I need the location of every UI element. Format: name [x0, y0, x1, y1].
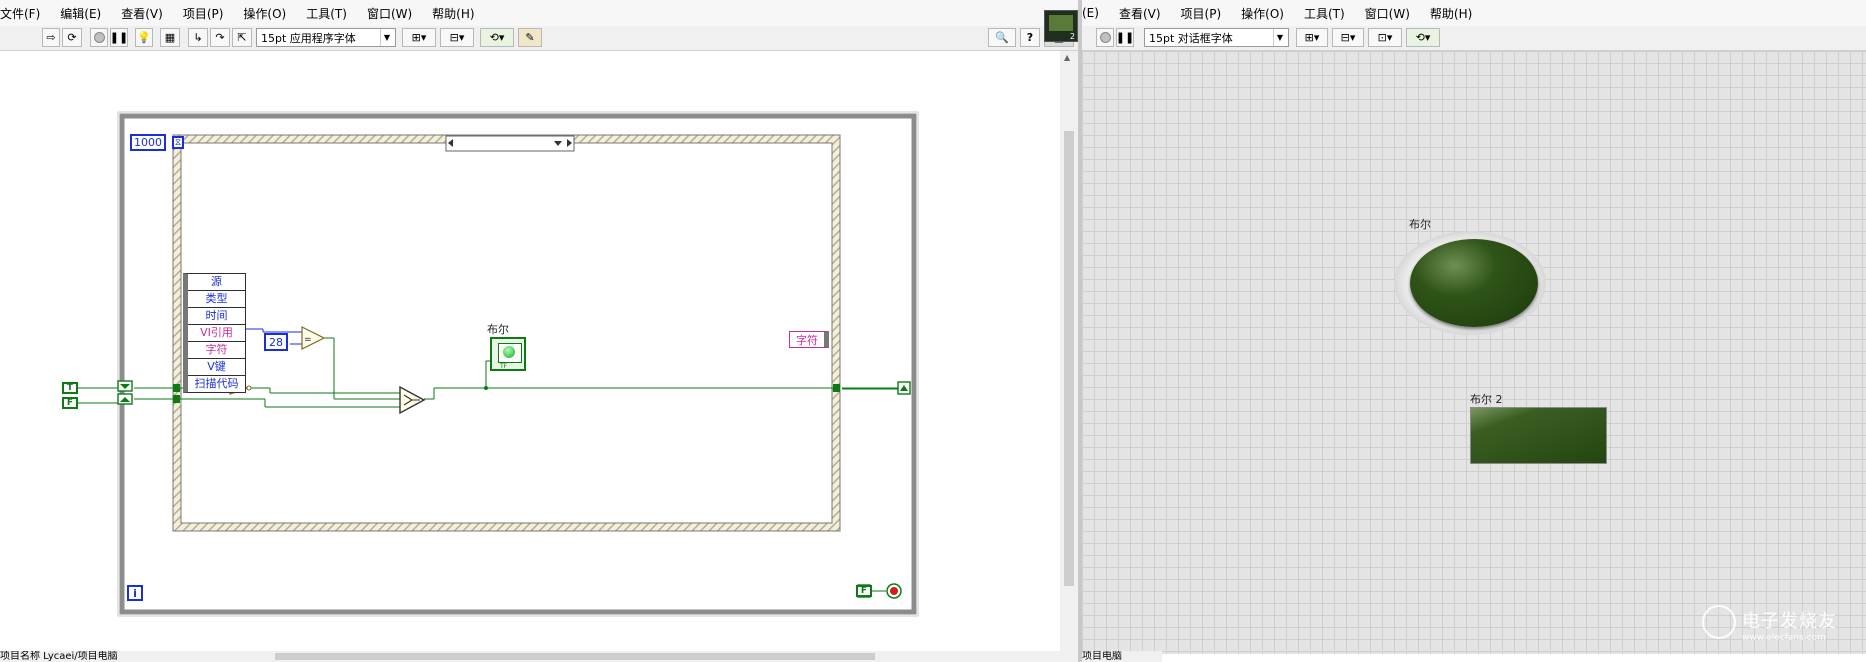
- fp-menubar: (E) 查看(V) 项目(P) 操作(O) 工具(T) 窗口(W) 帮助(H): [1082, 0, 1866, 26]
- fp-vi-icon[interactable]: 2: [1044, 10, 1078, 42]
- scancode-constant[interactable]: 28: [264, 333, 288, 351]
- indicator-label: 布尔: [487, 323, 509, 336]
- fp-menu-project[interactable]: 项目(P): [1181, 5, 1222, 22]
- search-icon[interactable]: 🔍: [988, 28, 1016, 47]
- boolean-indicator-terminal[interactable]: TF: [490, 337, 526, 371]
- timeout-constant[interactable]: 1000: [130, 134, 166, 151]
- led-round[interactable]: [1410, 239, 1538, 327]
- step-over-icon[interactable]: ↷: [210, 28, 230, 47]
- svg-text:=: =: [304, 335, 312, 345]
- fp-menu-operate[interactable]: 操作(O): [1241, 5, 1284, 22]
- event-data-vi-ref[interactable]: VI引用: [188, 325, 245, 342]
- tunnel-right: [833, 384, 840, 392]
- fp-menu-view[interactable]: 查看(V): [1119, 5, 1161, 22]
- fp-menu-help[interactable]: 帮助(H): [1430, 5, 1472, 22]
- menu-window[interactable]: 窗口(W): [367, 5, 412, 22]
- led-rect[interactable]: [1470, 407, 1607, 464]
- bd-toolbar: ⇨ ⟳ ❚❚ 💡 ▦ ↳ ↷ ⇱ 15pt 应用程序字体 ▼ ⊞▾ ⊟▾ ⟲▾ ✎…: [0, 26, 1078, 51]
- stop-false-constant[interactable]: F: [856, 585, 872, 597]
- highlight-execution-icon[interactable]: 💡: [135, 28, 153, 47]
- fp-pause-icon[interactable]: ❚❚: [1116, 28, 1134, 47]
- context-help-icon[interactable]: ?: [1020, 28, 1040, 47]
- tunnel-left-2: [173, 395, 180, 403]
- bd-horizontal-scrollbar[interactable]: [0, 651, 1078, 662]
- bd-menubar: 文件(F) 编辑(E) 查看(V) 项目(P) 操作(O) 工具(T) 窗口(W…: [0, 0, 1078, 26]
- event-data-char[interactable]: 字符: [188, 342, 245, 359]
- reorder-icon[interactable]: ⟲▾: [480, 28, 514, 47]
- front-panel-canvas: 布尔 布尔 2 电子发烧友 www.elecfans.com: [1082, 51, 1866, 654]
- watermark: 电子发烧友 www.elecfans.com: [1702, 603, 1852, 651]
- run-continuous-icon[interactable]: ⟳: [62, 28, 82, 47]
- fp-resize-objects-icon[interactable]: ⊡▾: [1368, 28, 1402, 47]
- step-into-icon[interactable]: ↳: [188, 28, 208, 47]
- menu-help[interactable]: 帮助(H): [432, 5, 474, 22]
- menu-file[interactable]: 文件(F): [0, 5, 40, 22]
- fp-reorder-icon[interactable]: ⟲▾: [1406, 28, 1440, 47]
- event-data-vkey[interactable]: V键: [188, 359, 245, 376]
- bd-vertical-scrollbar[interactable]: ▲: [1060, 51, 1078, 651]
- menu-edit[interactable]: 编辑(E): [60, 5, 101, 22]
- event-data-source[interactable]: 源: [188, 274, 245, 291]
- fp-distribute-objects-icon[interactable]: ⊟▾: [1332, 28, 1364, 47]
- block-diagram-canvas: = 1000 ⧖ 源 类型 时间 VI引用 字符 V键 扫描代码 28 布尔 T…: [0, 51, 1060, 651]
- led-round-label: 布尔: [1409, 218, 1431, 231]
- menu-project[interactable]: 项目(P): [183, 5, 224, 22]
- fp-status-bar: 项目电脑: [1082, 651, 1162, 662]
- fp-menu-window[interactable]: 窗口(W): [1365, 5, 1410, 22]
- event-data-time[interactable]: 时间: [188, 308, 245, 325]
- menu-tools[interactable]: 工具(T): [306, 5, 347, 22]
- event-data-node[interactable]: 源 类型 时间 VI引用 字符 V键 扫描代码: [183, 273, 246, 393]
- timeout-terminal-icon: ⧖: [172, 136, 184, 149]
- menu-operate[interactable]: 操作(O): [243, 5, 286, 22]
- true-constant[interactable]: T: [62, 382, 78, 394]
- retain-wire-values-icon[interactable]: ▦: [160, 28, 180, 47]
- fp-menu-edit[interactable]: (E): [1082, 6, 1099, 20]
- event-data-type[interactable]: 类型: [188, 291, 245, 308]
- fp-align-objects-icon[interactable]: ⊞▾: [1296, 28, 1328, 47]
- iteration-terminal: i: [127, 585, 143, 601]
- abort-icon[interactable]: [90, 28, 108, 47]
- case-selector[interactable]: [445, 135, 575, 152]
- run-arrow-icon[interactable]: ⇨: [42, 28, 60, 47]
- tunnel-left-1: [173, 384, 180, 392]
- step-out-icon[interactable]: ⇱: [232, 28, 252, 47]
- led-rect-label: 布尔 2: [1470, 393, 1503, 406]
- event-data-scancode[interactable]: 扫描代码: [188, 376, 245, 392]
- fp-abort-icon[interactable]: [1096, 28, 1114, 47]
- distribute-objects-icon[interactable]: ⊟▾: [440, 28, 474, 47]
- align-objects-icon[interactable]: ⊞▾: [402, 28, 436, 47]
- cleanup-diagram-icon[interactable]: ✎: [518, 28, 542, 47]
- fp-toolbar: ❚❚ 15pt 对话框字体 ▼ ⊞▾ ⊟▾ ⊡▾ ⟲▾: [1082, 26, 1866, 51]
- bd-status-bar: 项目名称 Lycaei/项目电脑: [0, 651, 135, 662]
- menu-view[interactable]: 查看(V): [121, 5, 163, 22]
- false-constant[interactable]: F: [62, 397, 78, 409]
- pause-icon[interactable]: ❚❚: [110, 28, 128, 47]
- watermark-logo-icon: [1702, 605, 1736, 639]
- led-icon: [503, 346, 515, 358]
- char-terminal[interactable]: 字符: [789, 331, 829, 348]
- fp-menu-tools[interactable]: 工具(T): [1304, 5, 1345, 22]
- bd-font-select[interactable]: 15pt 应用程序字体 ▼: [256, 28, 396, 47]
- fp-font-select[interactable]: 15pt 对话框字体 ▼: [1144, 28, 1289, 47]
